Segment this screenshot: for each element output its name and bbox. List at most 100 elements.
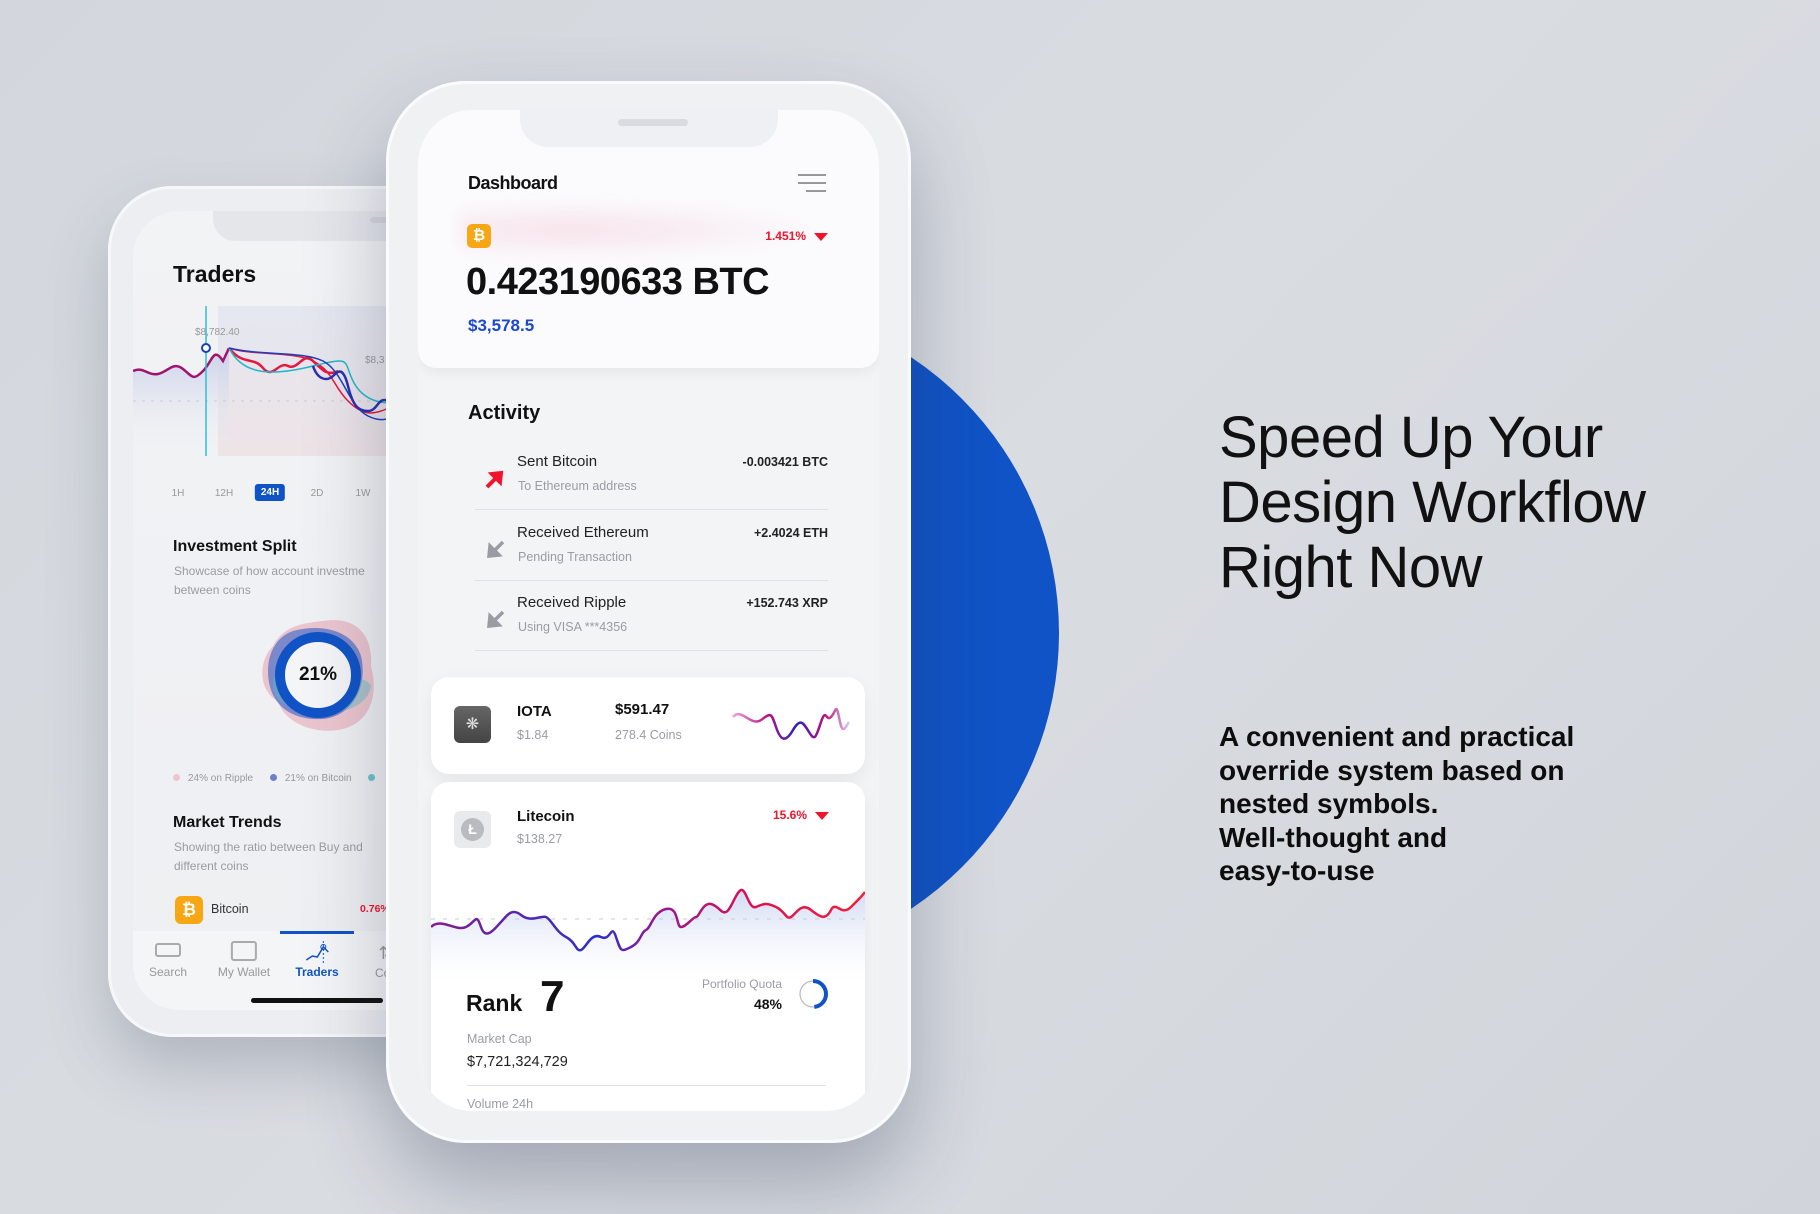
coin-price: $1.84 <box>517 728 549 742</box>
dashboard-screen: Dashboard ₿ 1.451% 0.423190633 BTC $3,57… <box>418 110 879 1111</box>
marketing-paragraph: A convenient and practical override syst… <box>1219 720 1574 888</box>
section-title: Investment Split <box>173 538 297 555</box>
holding-value: $591.47 <box>615 701 670 718</box>
balance-change: 1.451% <box>765 229 828 243</box>
page-title: Dashboard <box>468 173 558 193</box>
coin-price: $138.27 <box>517 832 563 846</box>
divider <box>475 650 828 651</box>
section-description: different coins <box>174 859 249 873</box>
nav-search[interactable]: Search <box>149 943 187 979</box>
legend-dot-other <box>368 774 376 781</box>
activity-amount: -0.003421 BTC <box>742 455 828 469</box>
paragraph-line: easy-to-use <box>1219 855 1375 886</box>
chart-peak-label: $8,782.40 <box>195 327 240 338</box>
time-tab-2d[interactable]: 2D <box>311 488 324 499</box>
activity-amount: +152.743 XRP <box>746 596 828 610</box>
paragraph-line: Well-thought and <box>1219 821 1448 853</box>
coin-name[interactable]: Bitcoin <box>211 902 249 916</box>
balance-amount: 0.423190633 BTC <box>466 261 770 303</box>
balance-card: Dashboard ₿ 1.451% 0.423190633 BTC $3,57… <box>418 110 879 368</box>
nav-label: Search <box>148 965 188 979</box>
coin-change: 15.6% <box>773 808 829 822</box>
market-cap-value: $7,721,324,729 <box>467 1054 568 1070</box>
volume-label: Volume 24h <box>467 1097 534 1111</box>
litecoin-price-chart <box>431 888 865 992</box>
rank-value: 7 <box>540 972 565 1021</box>
activity-subtitle: Pending Transaction <box>518 550 632 564</box>
time-tab-24h[interactable]: 24H <box>254 484 286 501</box>
marketing-headline: Speed Up Your Design Workflow Right Now <box>1219 405 1646 600</box>
time-tab-1w[interactable]: 1W <box>356 488 371 499</box>
bitcoin-icon: ₿ <box>467 224 491 248</box>
divider <box>467 1085 826 1086</box>
search-card-icon <box>155 943 181 957</box>
balance-fiat: $3,578.5 <box>468 316 535 335</box>
portfolio-quota-ring <box>798 979 828 1009</box>
coin-name: IOTA <box>517 703 552 720</box>
nav-traders[interactable]: Traders <box>295 941 339 979</box>
holding-coins: 278.4 Coins <box>615 728 682 742</box>
home-indicator <box>251 998 383 1003</box>
iota-sparkline <box>732 707 851 740</box>
paragraph-line: override system based on <box>1219 754 1565 786</box>
activity-title: Received Ethereum <box>517 524 649 541</box>
activity-subtitle: To Ethereum address <box>518 479 637 493</box>
donut-legend: 24% on Ripple 21% on Bitcoin <box>173 773 376 784</box>
market-cap-label: Market Cap <box>467 1032 532 1046</box>
activity-item[interactable]: Received Ethereum Pending Transaction +2… <box>475 524 828 594</box>
down-triangle-icon <box>815 811 829 820</box>
paragraph-line: nested symbols. <box>1219 788 1439 819</box>
coin-name: Litecoin <box>517 808 575 825</box>
section-title: Market Trends <box>173 814 282 831</box>
nav-label: My Wallet <box>217 965 271 979</box>
iota-icon: ❋ <box>454 706 491 743</box>
sent-arrow-icon <box>485 470 504 489</box>
donut-center-value: 21% <box>298 664 338 685</box>
received-arrow-icon <box>487 610 505 628</box>
chart-icon <box>305 941 329 963</box>
headline-line: Right Now <box>1219 535 1483 600</box>
activity-amount: +2.4024 ETH <box>753 526 828 540</box>
activity-title: Received Ripple <box>517 594 627 611</box>
paragraph-line: A convenient and practical <box>1219 721 1575 752</box>
legend-label: 21% on Bitcoin <box>284 773 352 784</box>
legend-dot-bitcoin <box>269 774 277 781</box>
activity-item[interactable]: Received Ripple Using VISA ***4356 +152.… <box>475 594 828 664</box>
nav-my-wallet[interactable]: My Wallet <box>218 941 270 979</box>
nav-label: Traders <box>295 965 339 979</box>
iota-card[interactable]: ❋ IOTA $1.84 $591.47 278.4 Coins <box>431 677 865 774</box>
legend-dot-ripple <box>173 774 180 781</box>
activity-subtitle: Using VISA ***4356 <box>518 620 628 634</box>
change-value: 15.6% <box>772 808 807 822</box>
portfolio-quota-value: 48% <box>753 996 782 1012</box>
activity-title: Sent Bitcoin <box>517 453 598 470</box>
time-tab-12h[interactable]: 12H <box>215 488 233 499</box>
section-description: Showcase of how account investme <box>174 564 365 578</box>
wallet-icon <box>230 941 257 961</box>
section-description: between coins <box>174 583 251 597</box>
chart-right-label: $8,3 <box>365 355 385 366</box>
time-tab-1h[interactable]: 1H <box>172 488 185 499</box>
down-triangle-icon <box>814 232 828 241</box>
page-title: Traders <box>173 261 257 287</box>
headline-line: Speed Up Your <box>1219 405 1603 470</box>
portfolio-quota-label: Portfolio Quota <box>701 977 782 991</box>
phone-notch <box>520 110 778 147</box>
divider <box>475 580 828 581</box>
litecoin-card[interactable]: Ł Litecoin $138.27 15.6% Rank 7 Portfoli… <box>431 782 865 1111</box>
dashboard-phone: Dashboard ₿ 1.451% 0.423190633 BTC $3,57… <box>386 81 911 1143</box>
legend-label: 24% on Ripple <box>188 773 254 784</box>
activity-item[interactable]: Sent Bitcoin To Ethereum address -0.0034… <box>475 453 828 523</box>
section-title: Activity <box>468 402 541 424</box>
menu-icon[interactable] <box>798 174 826 192</box>
change-value: 1.451% <box>765 229 806 243</box>
received-arrow-icon <box>487 540 505 558</box>
headline-line: Design Workflow <box>1219 470 1646 535</box>
litecoin-icon: Ł <box>454 811 491 848</box>
divider <box>475 509 828 510</box>
section-description: Showing the ratio between Buy and <box>174 840 363 854</box>
chart-point-marker[interactable] <box>201 343 211 353</box>
rank-label: Rank <box>466 990 523 1016</box>
bitcoin-icon: ₿ <box>175 896 203 924</box>
active-tab-indicator <box>280 931 354 934</box>
